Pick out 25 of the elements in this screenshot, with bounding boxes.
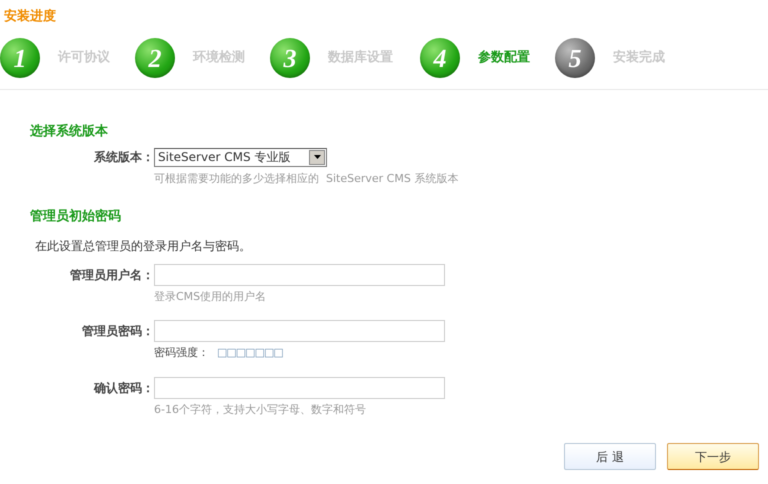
section-heading: 管理员初始密码	[30, 208, 122, 226]
step-label: 参数配置	[478, 49, 530, 68]
input-field[interactable]	[154, 264, 445, 286]
step-number-badge: 4	[420, 38, 460, 78]
field-hint: 6-16个字符，支持大小写字母、数字和符号	[154, 402, 367, 418]
step-number-badge: 1	[0, 38, 40, 78]
field-label: 确认密码：	[92, 380, 154, 396]
strength-label: 密码强度：	[154, 345, 209, 361]
next-button[interactable]: 下一步	[667, 443, 759, 470]
strength-meter: □□□□□□□	[217, 345, 283, 361]
step-number-badge: 2	[135, 38, 175, 78]
section-intro: 在此设置总管理员的登录用户名与密码。	[35, 238, 252, 254]
step-number-badge: 3	[270, 38, 310, 78]
page-title: 安装进度	[4, 8, 56, 26]
input-field[interactable]	[154, 376, 445, 398]
version-dropdown[interactable]: SiteServer CMS 专业版	[154, 148, 327, 166]
step-number-badge: 5	[555, 38, 595, 78]
field-label: 管理员用户名：	[69, 266, 154, 284]
section-heading: 选择系统版本	[30, 122, 109, 141]
field-label: 管理员密码：	[81, 323, 154, 340]
input-field[interactable]	[154, 320, 445, 342]
field-hint: 可根据需要功能的多少选择相应的 SiteServer CMS 系统版本	[154, 170, 460, 186]
field-hint: 登录CMS使用的用户名	[154, 288, 268, 304]
back-button[interactable]: 后 退	[564, 443, 656, 470]
field-label: 系统版本：	[93, 149, 154, 166]
